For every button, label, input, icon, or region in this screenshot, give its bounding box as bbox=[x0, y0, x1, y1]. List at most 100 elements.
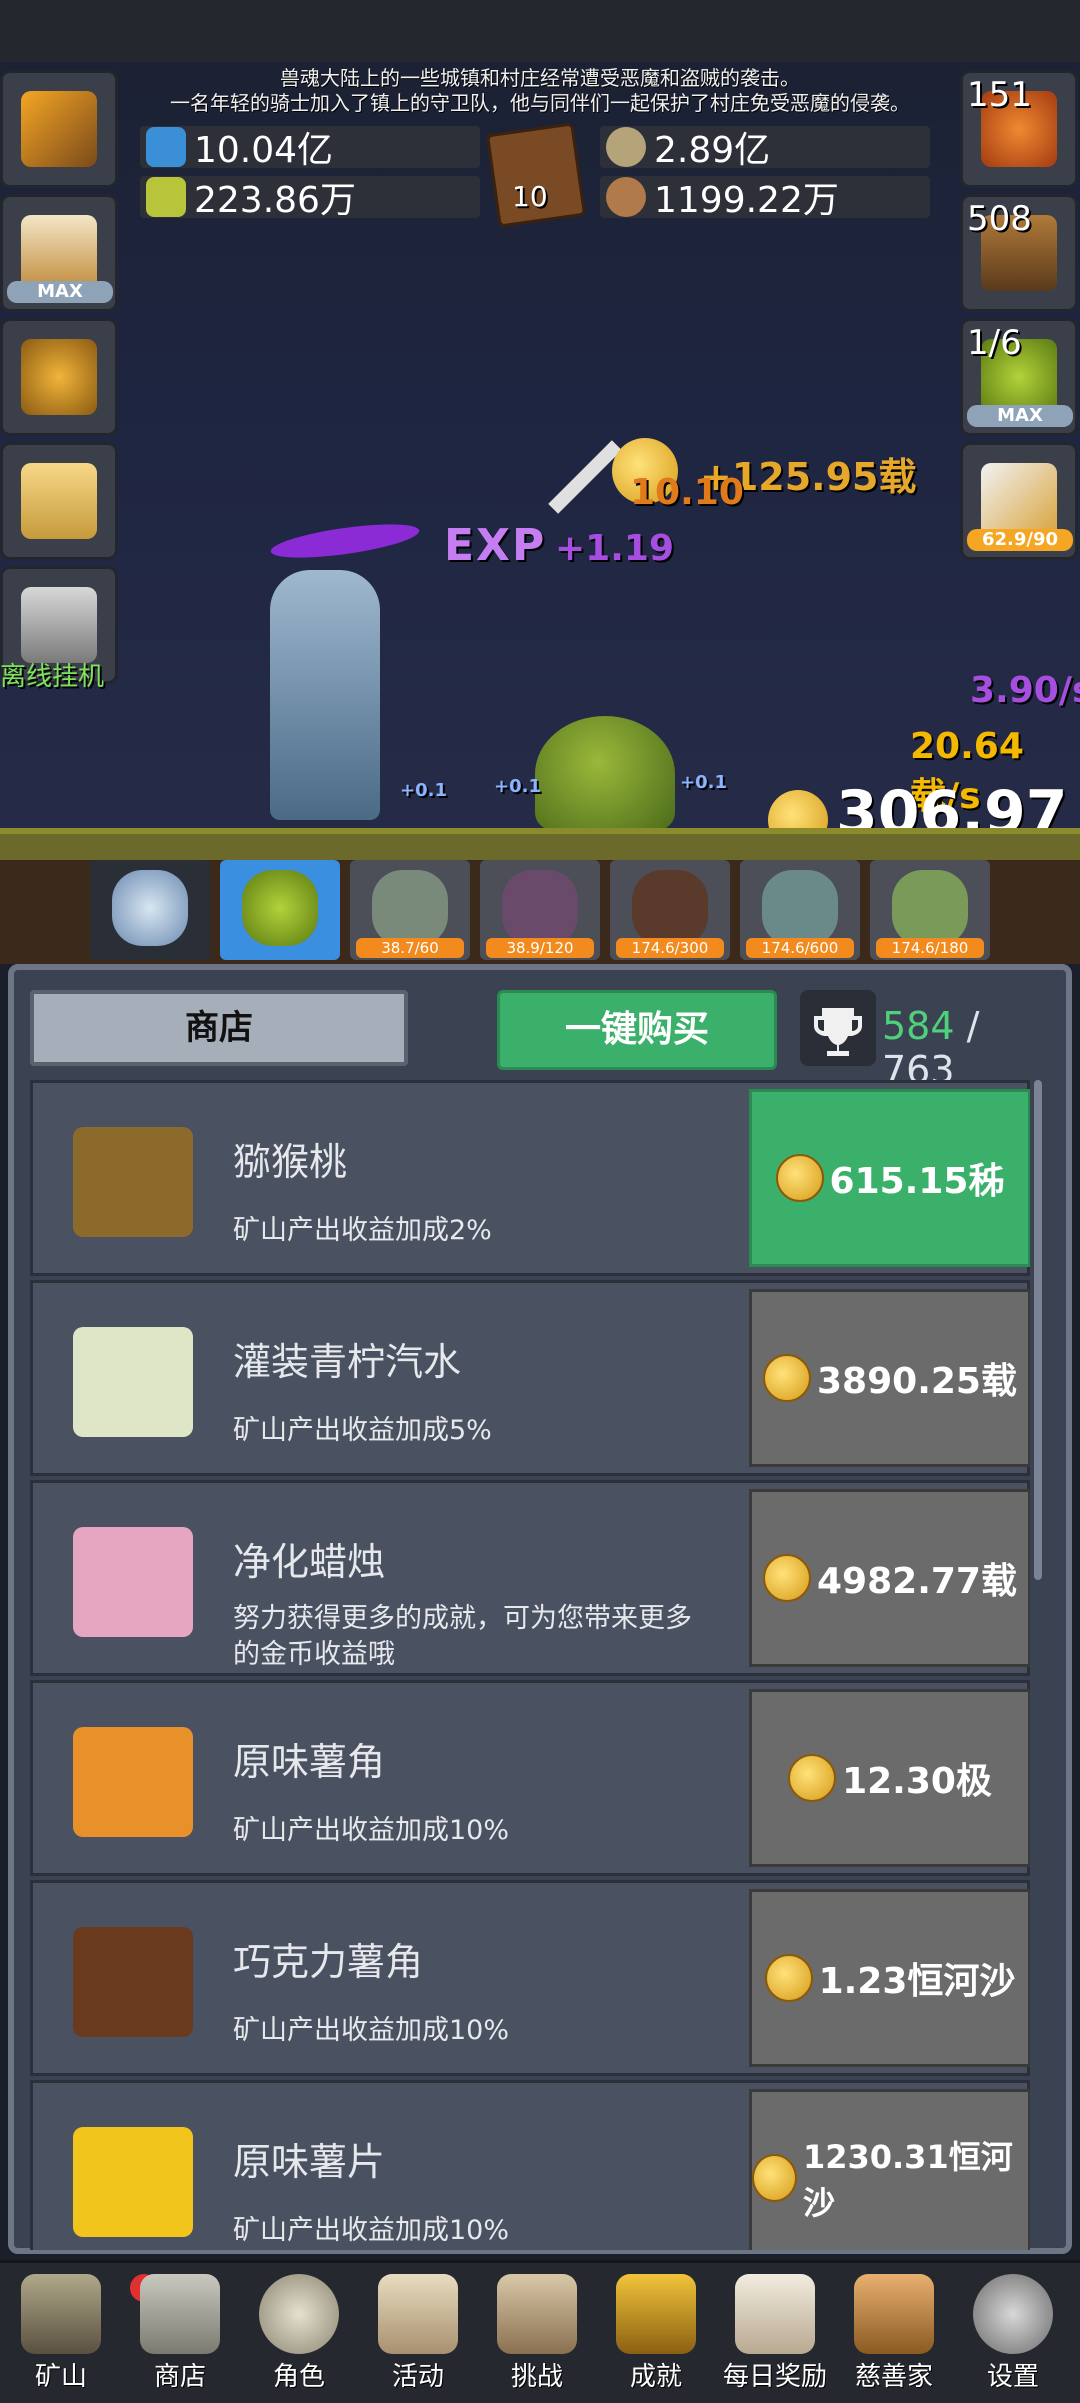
key-icon bbox=[616, 2274, 696, 2354]
status-bar bbox=[0, 0, 1080, 62]
offline-label[interactable]: 离线挂机 bbox=[0, 656, 104, 693]
story-text: 兽魂大陆上的一些城镇和村庄经常遭受恶魔和盗贼的袭击。 一名年轻的骑士加入了镇上的… bbox=[130, 66, 950, 116]
shop-item[interactable]: 净化蜡烛 努力获得更多的成就，可为您带来更多的金币收益哦 4982.77载 bbox=[30, 1480, 1030, 1676]
item-name: 巧克力薯角 bbox=[233, 1940, 424, 1984]
battle-scene: 兽魂大陆上的一些城镇和村庄经常遭受恶魔和盗贼的袭击。 一名年轻的骑士加入了镇上的… bbox=[0, 0, 1080, 860]
shop-item-list[interactable]: 猕猴桃 矿山产出收益加成2% 615.15秭 灌装青柠汽水 矿山产出收益加成5%… bbox=[30, 1080, 1030, 2250]
story-line-2: 一名年轻的骑士加入了镇上的守卫队，他与同伴们一起保护了村庄免受恶魔的侵袭。 bbox=[170, 91, 910, 115]
monster-spider[interactable]: 174.6/300 bbox=[610, 860, 730, 960]
item-desc: 矿山产出收益加成10% bbox=[233, 2215, 510, 2246]
stone-shop-icon bbox=[140, 2274, 220, 2354]
slime-icon bbox=[242, 870, 318, 946]
trophy-icon bbox=[800, 990, 876, 1066]
nav-settings[interactable]: 设置 bbox=[958, 2270, 1068, 2400]
spider-icon bbox=[632, 870, 708, 946]
coin-icon bbox=[788, 1754, 837, 1802]
item-buy-button[interactable]: 3890.25载 bbox=[749, 1289, 1030, 1467]
gold-bar-slot[interactable] bbox=[0, 442, 118, 560]
key-slot[interactable] bbox=[0, 318, 118, 436]
shop-item[interactable]: 猕猴桃 矿山产出收益加成2% 615.15秭 bbox=[30, 1080, 1030, 1276]
monster-progress: 38.7/60 bbox=[356, 938, 464, 958]
monster-ghost[interactable]: 174.6/600 bbox=[740, 860, 860, 960]
kiwi-icon bbox=[73, 1127, 193, 1237]
monster-zombie[interactable]: 38.7/60 bbox=[350, 860, 470, 960]
monster-goblin[interactable]: 174.6/180 bbox=[870, 860, 990, 960]
slime-count: 1/6 bbox=[967, 323, 1022, 363]
shop-item[interactable]: 原味薯角 矿山产出收益加成10% 12.30极 bbox=[30, 1680, 1030, 1876]
item-name: 净化蜡烛 bbox=[233, 1540, 386, 1584]
exp-gain-text: +1.19 bbox=[555, 528, 674, 569]
damage-text: 10.10 bbox=[630, 472, 744, 513]
monster-progress: 174.6/180 bbox=[876, 938, 984, 958]
sword-progress-badge: 62.9/90 bbox=[967, 529, 1073, 551]
item-desc: 努力获得更多的成就，可为您带来更多的金币收益哦 bbox=[233, 1603, 692, 1670]
shop-tab[interactable]: 商店 bbox=[30, 990, 408, 1066]
coin-icon bbox=[752, 2154, 797, 2202]
potion-count: 151 bbox=[967, 75, 1032, 115]
potato-wedges-icon bbox=[73, 1727, 193, 1837]
item-name: 原味薯片 bbox=[233, 2140, 386, 2184]
monster-progress: 174.6/300 bbox=[616, 938, 724, 958]
resource-meat: 1199.22万 bbox=[600, 176, 930, 221]
buy-all-button[interactable]: 一键购买 bbox=[497, 990, 777, 1070]
slime-monster bbox=[535, 716, 675, 832]
green-potion-icon bbox=[146, 177, 186, 217]
shop-item[interactable]: 原味薯片 矿山产出收益加成10% 1230.31恒河沙 bbox=[30, 2080, 1030, 2250]
nav-mine[interactable]: 矿山 bbox=[6, 2270, 116, 2400]
monster-egg[interactable] bbox=[90, 860, 210, 960]
sword-icon bbox=[981, 463, 1057, 539]
monster-slime[interactable] bbox=[220, 860, 340, 960]
nav-challenge[interactable]: 挑战 bbox=[482, 2270, 592, 2400]
goblin-icon bbox=[892, 870, 968, 946]
small-gain-3: +0.1 bbox=[680, 772, 727, 793]
achievement-current: 584 bbox=[882, 1004, 955, 1048]
knight-character bbox=[270, 570, 380, 820]
potato-chips-icon bbox=[73, 2127, 193, 2237]
item-desc: 矿山产出收益加成10% bbox=[233, 1815, 510, 1846]
item-desc: 矿山产出收益加成5% bbox=[233, 1415, 492, 1446]
shop-item[interactable]: 巧克力薯角 矿山产出收益加成10% 1.23恒河沙 bbox=[30, 1880, 1030, 2076]
item-name: 灌装青柠汽水 bbox=[233, 1340, 462, 1384]
monster-progress: 174.6/600 bbox=[746, 938, 854, 958]
lantern-icon bbox=[21, 2274, 101, 2354]
item-desc: 矿山产出收益加成2% bbox=[233, 1215, 492, 1246]
slime-slot[interactable]: 1/6 MAX bbox=[960, 318, 1078, 436]
coin-icon bbox=[775, 1154, 824, 1202]
item-desc: 矿山产出收益加成10% bbox=[233, 2015, 510, 2046]
item-buy-button[interactable]: 12.30极 bbox=[749, 1689, 1030, 1867]
nav-character[interactable]: 角色 bbox=[244, 2270, 354, 2400]
nav-achievements[interactable]: 成就 bbox=[601, 2270, 711, 2400]
torch-icon bbox=[21, 91, 97, 167]
item-buy-button[interactable]: 1.23恒河沙 bbox=[749, 1889, 1030, 2067]
nav-daily-reward[interactable]: 每日奖励 bbox=[720, 2270, 830, 2400]
nav-shop[interactable]: 商店 bbox=[125, 2270, 235, 2400]
nav-philanthropist[interactable]: 慈善家 bbox=[839, 2270, 949, 2400]
scrollbar[interactable] bbox=[1034, 1080, 1042, 1580]
shop-item[interactable]: 灌装青柠汽水 矿山产出收益加成5% 3890.25载 bbox=[30, 1280, 1030, 1476]
gold-bar-icon bbox=[21, 463, 97, 539]
coin-icon bbox=[763, 1354, 811, 1402]
resource-green-potion: 223.86万 bbox=[140, 176, 480, 221]
sword-slot[interactable]: 62.9/90 bbox=[960, 442, 1078, 560]
blue-potion-icon bbox=[146, 127, 186, 167]
torch-slot[interactable] bbox=[0, 70, 118, 188]
monster-progress: 38.9/120 bbox=[486, 938, 594, 958]
item-buy-button[interactable]: 4982.77载 bbox=[749, 1489, 1030, 1667]
sword-projectile-icon bbox=[548, 440, 622, 514]
candle-icon bbox=[73, 1527, 193, 1637]
egg-icon bbox=[112, 870, 188, 946]
meat-icon bbox=[606, 177, 646, 217]
item-buy-button[interactable]: 1230.31恒河沙 bbox=[749, 2089, 1030, 2250]
chocolate-wedges-icon bbox=[73, 1927, 193, 2037]
ghost-icon bbox=[762, 870, 838, 946]
chest-count: 508 bbox=[967, 199, 1032, 239]
bread-icon bbox=[854, 2274, 934, 2354]
chest-slot[interactable]: 508 bbox=[960, 194, 1078, 312]
item-buy-button[interactable]: 615.15秭 bbox=[749, 1089, 1030, 1267]
golden-key-icon bbox=[21, 339, 97, 415]
potion-slot[interactable]: 151 bbox=[960, 70, 1078, 188]
beer-slot[interactable]: MAX bbox=[0, 194, 118, 312]
monster-bat[interactable]: 38.9/120 bbox=[480, 860, 600, 960]
nav-events[interactable]: 活动 bbox=[363, 2270, 473, 2400]
resource-stone: 2.89亿 bbox=[600, 126, 930, 171]
